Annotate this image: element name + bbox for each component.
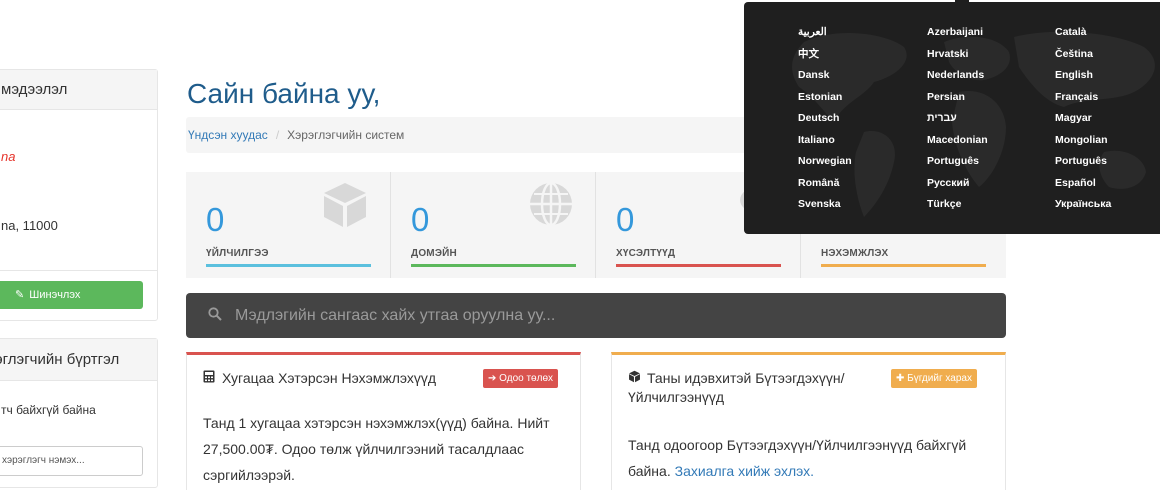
pay-now-label: Одоо төлөх [499,373,554,384]
stat-bar [616,264,781,267]
search-icon [208,307,222,321]
update-button-label: Шинэчлэх [29,289,81,301]
pay-now-button[interactable]: ➔ Одоо төлөх [483,369,559,388]
contacts-panel: эглэгчийн бүртгэл тч байхгүй байна хэрэг… [0,338,158,488]
language-option[interactable]: Français [1055,87,1111,109]
breadcrumb-separator: / [275,128,280,142]
language-column-3: Català Čeština English Français Magyar M… [1055,22,1111,216]
panel-heading: мэдээлэл [0,70,157,110]
active-products-body: Танд одоогоор Бүтээгдэхүүн/Үйлчилгээнүүд… [628,432,998,484]
active-products-title: Таны идэвхитэй Бүтээгдэхүүн/ Үйлчилгээнү… [628,370,845,405]
stat-value: 0 [616,201,635,238]
language-option[interactable]: Čeština [1055,44,1111,66]
language-option[interactable]: Mongolian [1055,130,1111,152]
contacts-empty-text: тч байхгүй байна [1,403,96,417]
active-products-card: Таны идэвхитэй Бүтээгдэхүүн/ Үйлчилгээнү… [611,352,1006,490]
language-option[interactable]: Català [1055,22,1111,44]
stat-label: ДОМЭЙН [411,248,457,259]
stat-tile-domains[interactable]: 0 ДОМЭЙН [391,172,596,278]
language-option[interactable]: Estonian [798,87,852,109]
view-all-button[interactable]: ✚ Бүгдийг харах [891,369,977,388]
overdue-invoices-card: Хугацаа Хэтэрсэн Нэхэмжлэхүүд ➔ Одоо төл… [186,352,581,490]
language-option[interactable]: Persian [927,87,988,109]
language-option[interactable]: Macedonian [927,130,988,152]
language-option[interactable]: Español [1055,173,1111,195]
overdue-title: Хугацаа Хэтэрсэн Нэхэмжлэхүүд [222,370,437,386]
language-option[interactable]: Deutsch [798,108,852,130]
language-option[interactable]: العربية [798,22,852,44]
stat-bar [821,264,986,267]
stat-value: 0 [206,201,225,238]
cube-icon [628,369,642,388]
client-name: na [1,149,16,164]
panel-heading: эглэгчийн бүртгэл [0,339,157,381]
client-address: na, 11000 [1,218,58,233]
contacts-heading: эглэгчийн бүртгэл [0,351,120,368]
knowledgebase-search[interactable]: Мэдлэгийн сангаас хайх утгаа оруулна уу.… [186,293,1006,338]
plus-icon: ✚ [896,373,905,384]
stat-bar [206,264,371,267]
language-dropdown: العربية 中文 Dansk Estonian Deutsch Italia… [744,2,1160,234]
language-option[interactable]: Azerbaijani [927,22,988,44]
language-option[interactable]: Nederlands [927,65,988,87]
language-option[interactable]: Türkçe [927,194,988,216]
pencil-icon: ✎ [15,289,25,301]
language-option[interactable]: Magyar [1055,108,1111,130]
stat-value: 0 [411,201,430,238]
panel-footer: ✎ Шинэчлэх [0,270,157,322]
client-details-heading: мэдээлэл [1,81,68,98]
language-option[interactable]: Українська [1055,194,1111,216]
language-option[interactable]: 中文 [798,44,852,66]
language-column-2: Azerbaijani Hrvatski Nederlands Persian … [927,22,988,216]
language-option[interactable]: Русский [927,173,988,195]
calculator-icon [203,369,217,388]
card-title: Хугацаа Хэтэрсэн Нэхэмжлэхүүд [203,369,436,388]
language-option[interactable]: Português [1055,151,1111,173]
overdue-body: Танд 1 хугацаа хэтэрсэн нэхэмжлэх(үүд) б… [203,415,550,483]
language-option[interactable]: עברית [927,108,988,130]
breadcrumb-current: Хэрэглэгчийн систем [287,128,405,142]
language-option[interactable]: Svenska [798,194,852,216]
stat-label: ҮЙЛЧИЛГЭЭ [206,248,269,259]
client-details-panel: мэдээлэл na na, 11000 ✎ Шинэчлэх [0,69,158,321]
start-order-link[interactable]: Захиалга хийж эхлэх. [675,463,814,479]
update-button[interactable]: ✎ Шинэчлэх [0,281,143,309]
stat-bar [411,264,576,267]
language-option[interactable]: Norwegian [798,151,852,173]
card-title: Таны идэвхитэй Бүтээгдэхүүн/ Үйлчилгээнү… [628,369,898,407]
arrow-right-icon: ➔ [488,373,497,384]
stat-tile-services[interactable]: 0 ҮЙЛЧИЛГЭЭ [186,172,391,278]
language-option[interactable]: Dansk [798,65,852,87]
language-column-1: العربية 中文 Dansk Estonian Deutsch Italia… [798,22,852,216]
language-option[interactable]: Română [798,173,852,195]
add-contact-input[interactable]: хэрэглэгч нэмэх... [0,446,143,476]
stat-label: НЭХЭМЖЛЭХ [821,248,889,259]
view-all-label: Бүгдийг харах [907,373,972,384]
globe-icon [527,180,575,235]
page-title: Сайн байна уу, [187,78,381,109]
language-option[interactable]: Português [927,151,988,173]
breadcrumb-home-link[interactable]: Үндсэн хуудас [188,128,268,142]
cube-icon [320,180,370,237]
language-option[interactable]: Italiano [798,130,852,152]
search-input[interactable]: Мэдлэгийн сангаас хайх утгаа оруулна уу.… [235,293,555,338]
stat-label: ХҮСЭЛТҮҮД [616,248,676,259]
language-option[interactable]: English [1055,65,1111,87]
language-option[interactable]: Hrvatski [927,44,988,66]
